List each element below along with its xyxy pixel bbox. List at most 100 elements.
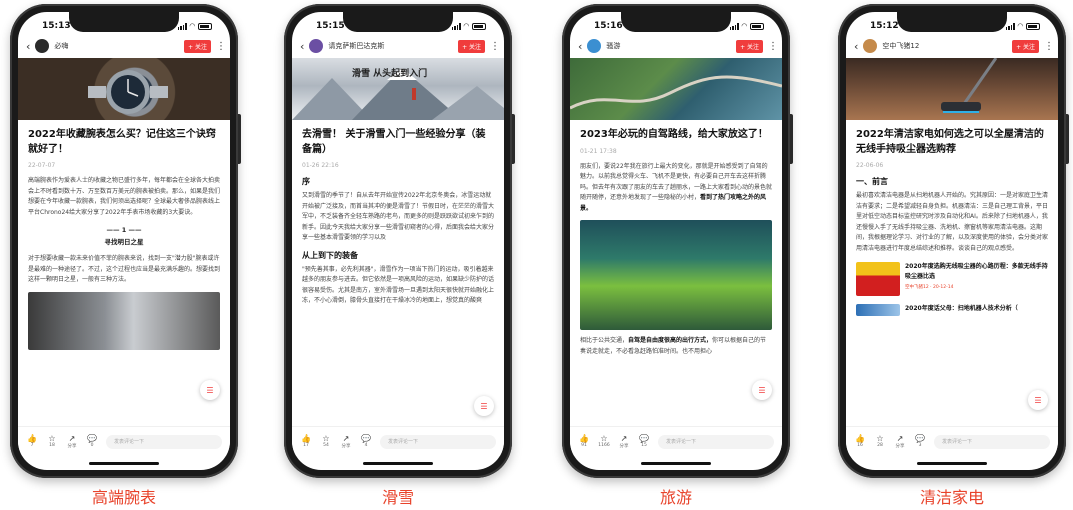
related-article-card[interactable]: 2020年度选购无线吸尘器的心路历程：多款无线手持吸尘器比选 空中飞猪12 · … [856, 262, 1048, 296]
comment-input[interactable]: 发表评论一下 [106, 434, 222, 449]
share-icon: ↗ [896, 433, 904, 443]
home-indicator [363, 462, 433, 465]
comment-button[interactable]: 💬 4 [360, 435, 372, 449]
related-article-card[interactable]: 2020年度话父母：扫地机器人技术分析（ [856, 304, 1048, 316]
like-button[interactable]: 👍 91 [578, 434, 590, 449]
share-icon: ↗ [342, 433, 350, 443]
signal-icon [1005, 22, 1015, 30]
related-article-title: 2020年度话父母：扫地机器人技术分析（ [905, 305, 1018, 312]
catalog-fab-icon[interactable]: ☰ [200, 380, 220, 400]
status-icons: ◠ [729, 22, 764, 30]
thumb-up-icon: 👍 [855, 434, 865, 443]
article-title: 2022年收藏腕表怎么买？记住这三个诀窍就好了！ [28, 129, 216, 155]
phone-screen: 15:12 ◠ ‹ 空中飞猪12 + 关注 ⋮ 2022年清洁家电如何选之可以全… [846, 12, 1058, 470]
share-button[interactable]: ↗ 分享 [66, 434, 78, 449]
comment-button[interactable]: 💬 0 [86, 435, 98, 449]
back-icon[interactable]: ‹ [300, 40, 304, 53]
article-title: 2023年必玩的自驾路线，给大家放这了！ [580, 129, 768, 140]
section-subhead: 寻找明日之星 [104, 238, 144, 246]
article-paragraph: "预先善其事，必先利其器"，滑雪作为一项当下热门的运动，吸引着越来越多的朋友参与… [302, 265, 495, 305]
status-time: 15:12 [870, 21, 899, 31]
signal-icon [177, 22, 187, 30]
like-button[interactable]: 👍 17 [300, 434, 312, 449]
share-button[interactable]: ↗ 分享 [340, 433, 352, 449]
catalog-fab-icon[interactable]: ☰ [474, 396, 494, 416]
share-icon: ↗ [620, 433, 628, 443]
back-icon[interactable]: ‹ [854, 40, 858, 53]
inline-image-forest [580, 220, 772, 330]
star-icon: ☆ [600, 434, 608, 443]
star-icon: ☆ [322, 434, 330, 443]
notch [69, 12, 179, 32]
article-date: 01-26 22:16 [302, 162, 339, 169]
more-icon[interactable]: ⋮ [1044, 41, 1054, 52]
thumb-up-icon: 👍 [27, 434, 37, 443]
more-icon[interactable]: ⋮ [216, 41, 226, 52]
bottom-action-bar: 👍 7 ☆ 18 ↗ 分享 💬 0 发表评论一下 [18, 426, 230, 456]
share-button[interactable]: ↗ 分享 [618, 433, 630, 449]
follow-button[interactable]: + 关注 [736, 39, 763, 53]
catalog-fab-icon[interactable]: ☰ [1028, 390, 1048, 410]
avatar[interactable] [309, 39, 324, 53]
article-navbar: ‹ 骚游 + 关注 ⋮ [570, 34, 782, 58]
favorite-button[interactable]: ☆ 18 [46, 435, 58, 449]
notch [621, 12, 731, 32]
comment-input[interactable]: 发表评论一下 [380, 434, 496, 449]
notch [897, 12, 1007, 32]
article-paragraph: 最初喜欢清洁电器是从扫地机器人开始的。究其原因：一是对家庭卫生清洁有要求；二是希… [856, 192, 1049, 252]
article-navbar: ‹ 必嗨 + 关注 ⋮ [18, 34, 230, 58]
author-name[interactable]: 必嗨 [54, 41, 179, 51]
phone-screen: 15:16 ◠ ‹ 骚游 + 关注 ⋮ 2023年必玩的自驾路线，给大家放这了！… [570, 12, 782, 470]
share-button[interactable]: ↗ 分享 [894, 433, 906, 449]
more-icon[interactable]: ⋮ [490, 41, 500, 52]
comment-button[interactable]: 💬 3 [914, 434, 926, 449]
related-article-thumbnail [856, 262, 900, 296]
status-time: 15:16 [594, 21, 623, 31]
article-title: 去滑雪！ 关于滑雪入门一些经验分享（装备篇） [302, 129, 486, 155]
article-paragraph: 相比于公共交通，自驾是自由度很高的出行方式，你可以根据自己的节奏说走就走，不必看… [580, 337, 767, 355]
star-icon: ☆ [876, 434, 884, 443]
inline-image-watch [28, 291, 220, 350]
back-icon[interactable]: ‹ [578, 40, 582, 53]
favorite-button[interactable]: ☆ 54 [320, 434, 332, 449]
caption-watch: 高端腕表 [91, 488, 156, 507]
follow-button[interactable]: + 关注 [1012, 39, 1039, 53]
signal-icon [451, 22, 461, 30]
battery-icon [1026, 22, 1040, 30]
wifi-icon: ◠ [1017, 22, 1023, 30]
home-indicator [641, 462, 711, 465]
author-name[interactable]: 骚游 [606, 41, 731, 51]
catalog-fab-icon[interactable]: ☰ [752, 380, 772, 400]
section-heading: 从上到下的装备 [302, 250, 358, 260]
author-name[interactable]: 空中飞猪12 [882, 41, 1007, 51]
article-date: 22-07-07 [28, 162, 56, 169]
comment-button[interactable]: 💬 15 [638, 435, 650, 449]
article-date: 01-21 17:38 [580, 147, 617, 155]
wifi-icon: ◠ [741, 22, 747, 30]
section-heading: 一、前言 [856, 177, 888, 186]
thumb-up-icon: 👍 [301, 434, 311, 443]
like-button[interactable]: 👍 7 [26, 434, 38, 449]
comment-input[interactable]: 发表评论一下 [934, 434, 1050, 449]
phone-screen: 15:15 ◠ ‹ 请克萨斯巴达克斯 + 关注 ⋮ 滑雪 从头起到入门 去滑雪！… [292, 12, 504, 470]
thumb-up-icon: 👍 [579, 434, 589, 443]
caption-travel: 旅游 [659, 488, 692, 507]
avatar[interactable] [863, 39, 878, 53]
battery-icon [472, 22, 486, 30]
related-article-thumbnail [856, 304, 900, 316]
status-time: 15:15 [316, 21, 345, 31]
comment-icon: 💬 [915, 434, 925, 443]
favorite-button[interactable]: ☆ 28 [874, 434, 886, 449]
article-navbar: ‹ 请克萨斯巴达克斯 + 关注 ⋮ [292, 34, 504, 58]
favorite-button[interactable]: ☆ 1166 [598, 434, 610, 449]
comment-input[interactable]: 发表评论一下 [658, 434, 774, 449]
follow-button[interactable]: + 关注 [184, 39, 211, 53]
author-name[interactable]: 请克萨斯巴达克斯 [328, 41, 453, 51]
back-icon[interactable]: ‹ [26, 40, 30, 53]
avatar[interactable] [587, 39, 602, 53]
like-button[interactable]: 👍 16 [854, 434, 866, 449]
more-icon[interactable]: ⋮ [768, 41, 778, 52]
avatar[interactable] [35, 39, 50, 53]
article-body: 2022年清洁家电如何选之可以全屋清洁的无线手持吸尘器选购荐 22-06-06 … [846, 120, 1058, 316]
follow-button[interactable]: + 关注 [458, 39, 485, 53]
